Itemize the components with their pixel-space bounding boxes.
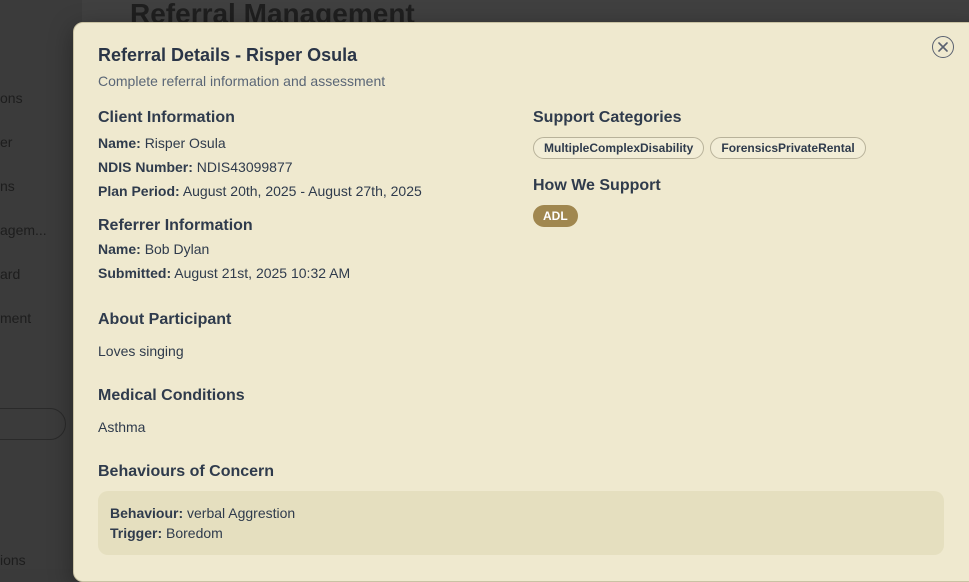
sidebar-item-label: ns (0, 178, 15, 194)
field-label: Behaviour: (110, 505, 184, 521)
plan-period: August 20th, 2025 - August 27th, 2025 (182, 183, 422, 199)
close-icon (938, 42, 948, 52)
field-label: Trigger: (110, 525, 163, 541)
referrer-name-row: Name: Bob Dylan (98, 237, 518, 261)
sidebar-search (0, 408, 66, 440)
sidebar-item-label: er (0, 134, 13, 150)
referral-details-dialog: Referral Details - Risper Osula Complete… (73, 22, 969, 582)
client-name-row: Name: Risper Osula (98, 131, 518, 155)
support-categories-heading: Support Categories (533, 109, 682, 126)
field-label: NDIS Number: (98, 159, 193, 175)
about-text: Loves singing (98, 343, 184, 359)
support-categories-tags: MultipleComplexDisability ForensicsPriva… (533, 137, 953, 159)
field-label: Name: (98, 135, 141, 151)
sidebar-item-label: ment (0, 310, 32, 326)
sidebar-item-label: agem... (0, 222, 47, 238)
dialog-title: Referral Details - Risper Osula (98, 45, 358, 65)
field-label: Name: (98, 241, 141, 257)
support-column: Support Categories MultipleComplexDisabi… (533, 109, 953, 227)
submitted-date: August 21st, 2025 10:32 AM (174, 265, 351, 281)
behaviour-card: Behaviour: verbal Aggrestion Trigger: Bo… (98, 491, 944, 555)
plan-period-row: Plan Period: August 20th, 2025 - August … (98, 179, 518, 203)
category-tag: MultipleComplexDisability (533, 137, 705, 159)
sidebar-item: ard (0, 266, 82, 282)
medical-heading: Medical Conditions (98, 387, 245, 404)
field-label: Submitted: (98, 265, 172, 281)
close-button[interactable] (932, 36, 954, 58)
client-info-heading: Client Information (98, 109, 235, 126)
medical-text: Asthma (98, 419, 146, 435)
sidebar-item-label: ard (0, 266, 21, 282)
client-name: Risper Osula (144, 135, 226, 151)
behaviours-heading: Behaviours of Concern (98, 463, 275, 480)
sidebar-item: ns (0, 178, 82, 194)
behaviour-value: verbal Aggrestion (187, 505, 296, 521)
sidebar-item-label: ons (0, 90, 23, 106)
dialog-subtitle: Complete referral information and assess… (98, 73, 386, 89)
trigger-row: Trigger: Boredom (110, 523, 932, 543)
referrer-name: Bob Dylan (144, 241, 210, 257)
about-heading: About Participant (98, 311, 232, 328)
sidebar-item: ment (0, 310, 82, 326)
about-section: About Participant Loves singing (98, 311, 231, 359)
sidebar-item-label: ions (0, 552, 26, 568)
how-we-support-heading: How We Support (533, 177, 661, 194)
sidebar-item: ions (0, 552, 82, 568)
sidebar-item: ons (0, 90, 82, 106)
behaviour-row: Behaviour: verbal Aggrestion (110, 503, 932, 523)
sidebar-item: er (0, 134, 82, 150)
medical-section: Medical Conditions Asthma (98, 387, 245, 435)
trigger-value: Boredom (166, 525, 223, 541)
client-referrer-column: Client Information Name: Risper Osula ND… (98, 109, 518, 285)
sidebar-item: agem... (0, 222, 82, 238)
referrer-info-heading: Referrer Information (98, 217, 253, 234)
behaviours-section: Behaviours of Concern (98, 463, 274, 481)
background-sidebar: ons er ns agem... ard ment ions (0, 0, 82, 569)
category-tag: ForensicsPrivateRental (710, 137, 866, 159)
submitted-row: Submitted: August 21st, 2025 10:32 AM (98, 261, 518, 285)
ndis-number: NDIS43099877 (196, 159, 293, 175)
field-label: Plan Period: (98, 183, 180, 199)
support-tag: ADL (533, 205, 578, 227)
ndis-number-row: NDIS Number: NDIS43099877 (98, 155, 518, 179)
